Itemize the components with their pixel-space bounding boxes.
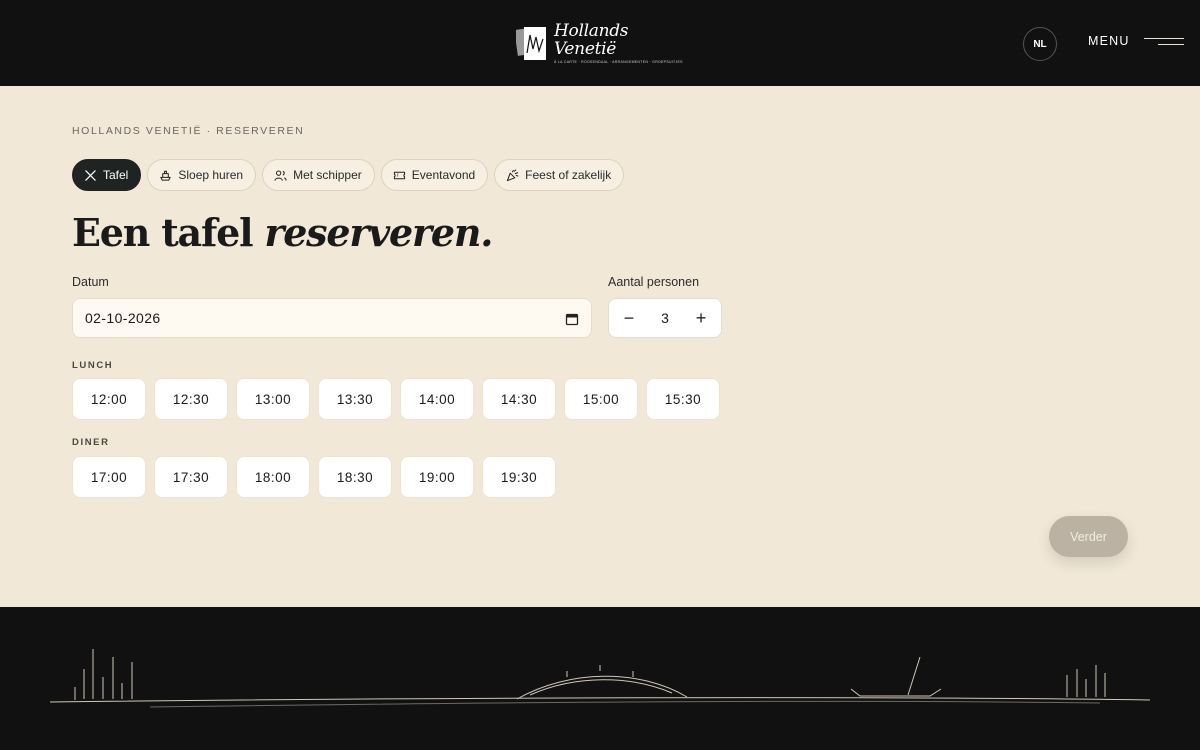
ticket-icon	[393, 171, 405, 179]
language-switch-button[interactable]: NL	[1023, 27, 1057, 61]
tab-met-schipper[interactable]: Met schipper	[262, 159, 375, 191]
tab-label: Sloep huren	[178, 168, 244, 182]
skyline-illustration	[49, 649, 1151, 708]
time-slot-button[interactable]: 18:00	[236, 456, 310, 498]
time-slot-button[interactable]: 17:30	[154, 456, 228, 498]
reservation-type-tabs: Tafel Sloep huren Met schipper Eventavon…	[72, 159, 625, 191]
tab-eventavond[interactable]: Eventavond	[380, 159, 489, 191]
persons-label: Aantal personen	[608, 275, 700, 289]
reservation-panel: HOLLANDS VENETIË · RESERVEREN Tafel Sloe…	[0, 86, 1200, 607]
time-slot-button[interactable]: 15:30	[646, 378, 720, 420]
time-slot-button[interactable]: 15:00	[564, 378, 638, 420]
logo[interactable]: Hollands Venetië À LA CARTE · ROOSENDAAL…	[514, 21, 686, 64]
lunch-label: LUNCH	[72, 360, 114, 371]
next-button[interactable]: Verder	[1049, 516, 1128, 557]
tab-label: Eventavond	[411, 168, 476, 182]
time-slot-button[interactable]: 14:00	[400, 378, 474, 420]
time-slot-button[interactable]: 13:30	[318, 378, 392, 420]
title-italic: reserveren.	[264, 210, 493, 255]
party-icon	[507, 168, 519, 181]
date-label: Datum	[72, 275, 109, 289]
cutlery-icon	[85, 169, 96, 181]
tab-label: Tafel	[103, 168, 129, 182]
calendar-icon[interactable]	[565, 312, 579, 326]
date-value: 02-10-2026	[85, 310, 161, 326]
date-input[interactable]: 02-10-2026	[72, 298, 592, 338]
page-title: Een tafel reserveren.	[72, 210, 493, 255]
site-header: Hollands Venetië À LA CARTE · ROOSENDAAL…	[0, 0, 1200, 86]
title-plain: Een tafel	[72, 210, 265, 255]
time-slot-button[interactable]: 18:30	[318, 456, 392, 498]
menu-button[interactable]: MENU	[1088, 34, 1184, 48]
logo-tagline: À LA CARTE · ROOSENDAAL · ARRANGEMENTEN …	[554, 60, 683, 64]
logo-name: Hollands Venetië	[554, 21, 629, 59]
time-slot-button[interactable]: 14:30	[482, 378, 556, 420]
hamburger-icon	[1143, 35, 1184, 47]
increase-persons-button[interactable]: +	[691, 308, 711, 328]
persons-value: 3	[661, 310, 669, 326]
persons-stepper: − 3 +	[608, 298, 722, 338]
logo-mark-icon	[514, 25, 548, 61]
tab-feest-of-zakelijk[interactable]: Feest of zakelijk	[494, 159, 625, 191]
dinner-label: DINER	[72, 437, 110, 448]
time-slot-button[interactable]: 17:00	[72, 456, 146, 498]
tab-tafel[interactable]: Tafel	[72, 159, 142, 191]
dinner-slots: 17:00 17:30 18:00 18:30 19:00 19:30	[72, 456, 556, 498]
breadcrumb: HOLLANDS VENETIË · RESERVEREN	[72, 125, 305, 137]
tab-label: Feest of zakelijk	[525, 168, 612, 182]
people-icon	[274, 170, 287, 181]
time-slot-button[interactable]: 12:30	[154, 378, 228, 420]
time-slot-button[interactable]: 19:30	[482, 456, 556, 498]
tab-label: Met schipper	[293, 168, 362, 182]
tab-sloep-huren[interactable]: Sloep huren	[147, 159, 257, 191]
site-footer	[0, 607, 1200, 750]
lunch-slots: 12:00 12:30 13:00 13:30 14:00 14:30 15:0…	[72, 378, 720, 420]
time-slot-button[interactable]: 19:00	[400, 456, 474, 498]
time-slot-button[interactable]: 12:00	[72, 378, 146, 420]
decrease-persons-button[interactable]: −	[619, 308, 639, 328]
menu-label: MENU	[1088, 34, 1130, 48]
boat-icon	[160, 170, 172, 181]
time-slot-button[interactable]: 13:00	[236, 378, 310, 420]
